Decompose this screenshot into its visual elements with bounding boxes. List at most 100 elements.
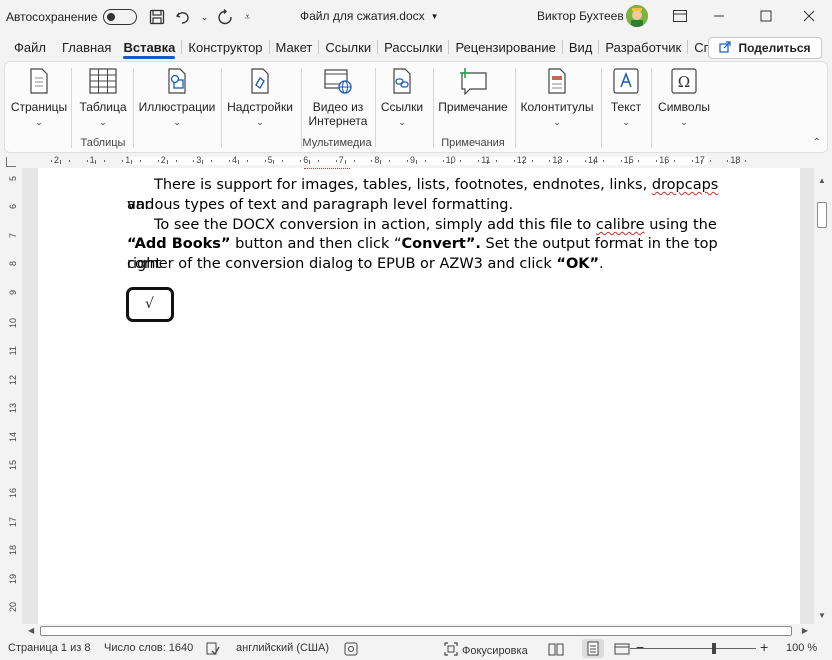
zoom-in-icon[interactable]: + <box>760 639 768 655</box>
document-page[interactable]: There is support for images, tables, lis… <box>38 168 800 624</box>
ruler-tick-label: 1 <box>89 155 95 165</box>
illustrations-button[interactable]: Иллюстрации ⌄ <box>139 66 215 129</box>
ruler-dot <box>602 160 604 162</box>
group-label-tables: Таблицы <box>80 137 126 149</box>
scroll-up-icon[interactable]: ▲ <box>818 176 826 185</box>
scroll-left-icon[interactable]: ◀ <box>28 626 34 635</box>
proofing-icon[interactable] <box>206 642 220 656</box>
share-button[interactable]: Поделиться <box>708 37 822 59</box>
user-name[interactable]: Виктор Бухтеев <box>537 9 624 23</box>
ruler-dot <box>629 160 631 164</box>
zoom-level[interactable]: 100 % <box>786 642 817 654</box>
ruler-dot <box>344 160 346 164</box>
ribbon-display-icon[interactable] <box>666 5 694 27</box>
ruler-dot <box>558 160 560 164</box>
tab-file[interactable]: Файл <box>8 34 52 60</box>
title-bar: Автосохранение ⌄ ⩡ Файл для сжатия.docx … <box>0 0 832 34</box>
paragraph-1-line2[interactable]: various types of text and paragraph leve… <box>127 196 727 216</box>
tab-insert[interactable]: Вставка <box>117 34 181 60</box>
scroll-down-icon[interactable]: ▼ <box>818 611 826 620</box>
scroll-right-icon[interactable]: ▶ <box>802 626 808 635</box>
comment-button[interactable]: Примечание <box>437 66 509 114</box>
horizontal-scrollbar[interactable]: ◀ ▶ <box>22 624 814 638</box>
pages-button[interactable]: Страницы ⌄ <box>9 66 69 129</box>
language[interactable]: английский (США) <box>236 642 329 654</box>
ruler-dot <box>478 160 480 162</box>
group-separator <box>133 68 134 148</box>
online-video-icon <box>322 66 354 96</box>
close-icon[interactable] <box>795 5 823 27</box>
document-title[interactable]: Файл для сжатия.docx ▼ <box>300 9 439 23</box>
ruler-tick-label: 11 <box>481 155 491 165</box>
text-button[interactable]: Текст ⌄ <box>605 66 647 129</box>
collapse-ribbon-icon[interactable]: ⌃ <box>813 137 821 148</box>
undo-icon[interactable] <box>173 7 193 27</box>
links-button[interactable]: Ссылки ⌄ <box>377 66 427 129</box>
vertical-scrollbar[interactable]: ▲ ▼ <box>814 172 830 624</box>
tab-mailings[interactable]: Рассылки <box>378 34 448 60</box>
customize-qat-icon[interactable]: ⩡ <box>241 7 253 27</box>
save-icon[interactable] <box>147 7 167 27</box>
minimize-icon[interactable] <box>705 5 733 27</box>
word-count[interactable]: Число слов: 1640 <box>104 642 193 654</box>
ruler-tick-label: 3 <box>196 155 202 165</box>
avatar[interactable] <box>626 5 648 27</box>
ruler-dot <box>202 160 204 164</box>
ruler-tick-label: 10 <box>8 318 18 329</box>
vertical-ruler[interactable]: 5 6 7 8 9 10 11 12 13 14 15 16 17 18 19 20 <box>6 172 18 622</box>
zoom-out-icon[interactable]: − <box>636 639 644 655</box>
tab-review[interactable]: Рецензирование <box>449 34 561 60</box>
tab-design[interactable]: Конструктор <box>182 34 268 60</box>
addins-button[interactable]: Надстройки ⌄ <box>225 66 295 129</box>
accessibility-icon[interactable] <box>344 642 358 656</box>
ruler-dot <box>353 160 355 162</box>
autosave-toggle[interactable] <box>103 9 138 25</box>
ruler-dot <box>264 160 266 162</box>
paragraph-text: button and then click “ <box>230 236 402 252</box>
ruler-dot <box>415 160 417 164</box>
tab-view[interactable]: Вид <box>563 34 599 60</box>
ruler-tick-label: 2 <box>160 155 166 165</box>
symbols-button[interactable]: Ω Символы ⌄ <box>655 66 713 129</box>
tab-home[interactable]: Главная <box>56 34 117 60</box>
print-layout-icon[interactable] <box>582 639 604 658</box>
zoom-slider[interactable] <box>630 648 756 649</box>
table-button[interactable]: Таблица ⌄ <box>77 66 129 129</box>
page-count[interactable]: Страница 1 из 8 <box>8 642 90 654</box>
ruler-dot <box>736 160 738 164</box>
redo-icon[interactable] <box>215 7 235 27</box>
scroll-thumb[interactable] <box>817 202 827 228</box>
online-video-button[interactable]: Видео из Интернета <box>303 66 373 128</box>
ruler-tick-label: 11 <box>8 346 18 356</box>
focus-button[interactable]: Фокусировка <box>444 642 528 659</box>
svg-text:Ω: Ω <box>678 73 690 91</box>
ruler-dot <box>451 160 453 164</box>
ruler-dot <box>246 160 248 162</box>
paragraph-2-line3[interactable]: corner of the conversion dialog to EPUB … <box>127 255 727 275</box>
autosave-label: Автосохранение <box>6 10 98 24</box>
ruler-tick-label: 13 <box>8 403 18 414</box>
text-icon <box>610 66 642 96</box>
zoom-slider-handle[interactable] <box>712 643 716 654</box>
bold-text: “Add Books” <box>127 236 231 252</box>
ruler-dot <box>273 160 275 164</box>
equation-box[interactable]: √ <box>126 287 174 322</box>
maximize-icon[interactable] <box>752 5 780 27</box>
paragraph-text: corner of the conversion dialog to EPUB … <box>127 256 557 272</box>
tab-developer[interactable]: Разработчик <box>599 34 687 60</box>
spelling-marker <box>304 168 350 171</box>
tab-references[interactable]: Ссылки <box>319 34 377 60</box>
scroll-thumb[interactable] <box>40 626 792 636</box>
header-footer-button[interactable]: Колонтитулы ⌄ <box>519 66 595 129</box>
undo-dropdown-icon[interactable]: ⌄ <box>199 7 209 27</box>
misspelled-word[interactable]: dropcaps <box>652 177 719 193</box>
paragraph-2[interactable]: To see the DOCX conversion in action, si… <box>127 216 727 236</box>
tab-selector[interactable] <box>6 157 16 167</box>
tab-layout[interactable]: Макет <box>270 34 319 60</box>
web-layout-icon[interactable] <box>614 642 630 656</box>
ruler-tick-label: 14 <box>8 431 18 442</box>
comment-label: Примечание <box>438 100 508 114</box>
misspelled-word[interactable]: calibre <box>596 217 645 233</box>
quick-access-toolbar: ⌄ ⩡ <box>147 7 253 27</box>
read-mode-icon[interactable] <box>548 642 564 656</box>
